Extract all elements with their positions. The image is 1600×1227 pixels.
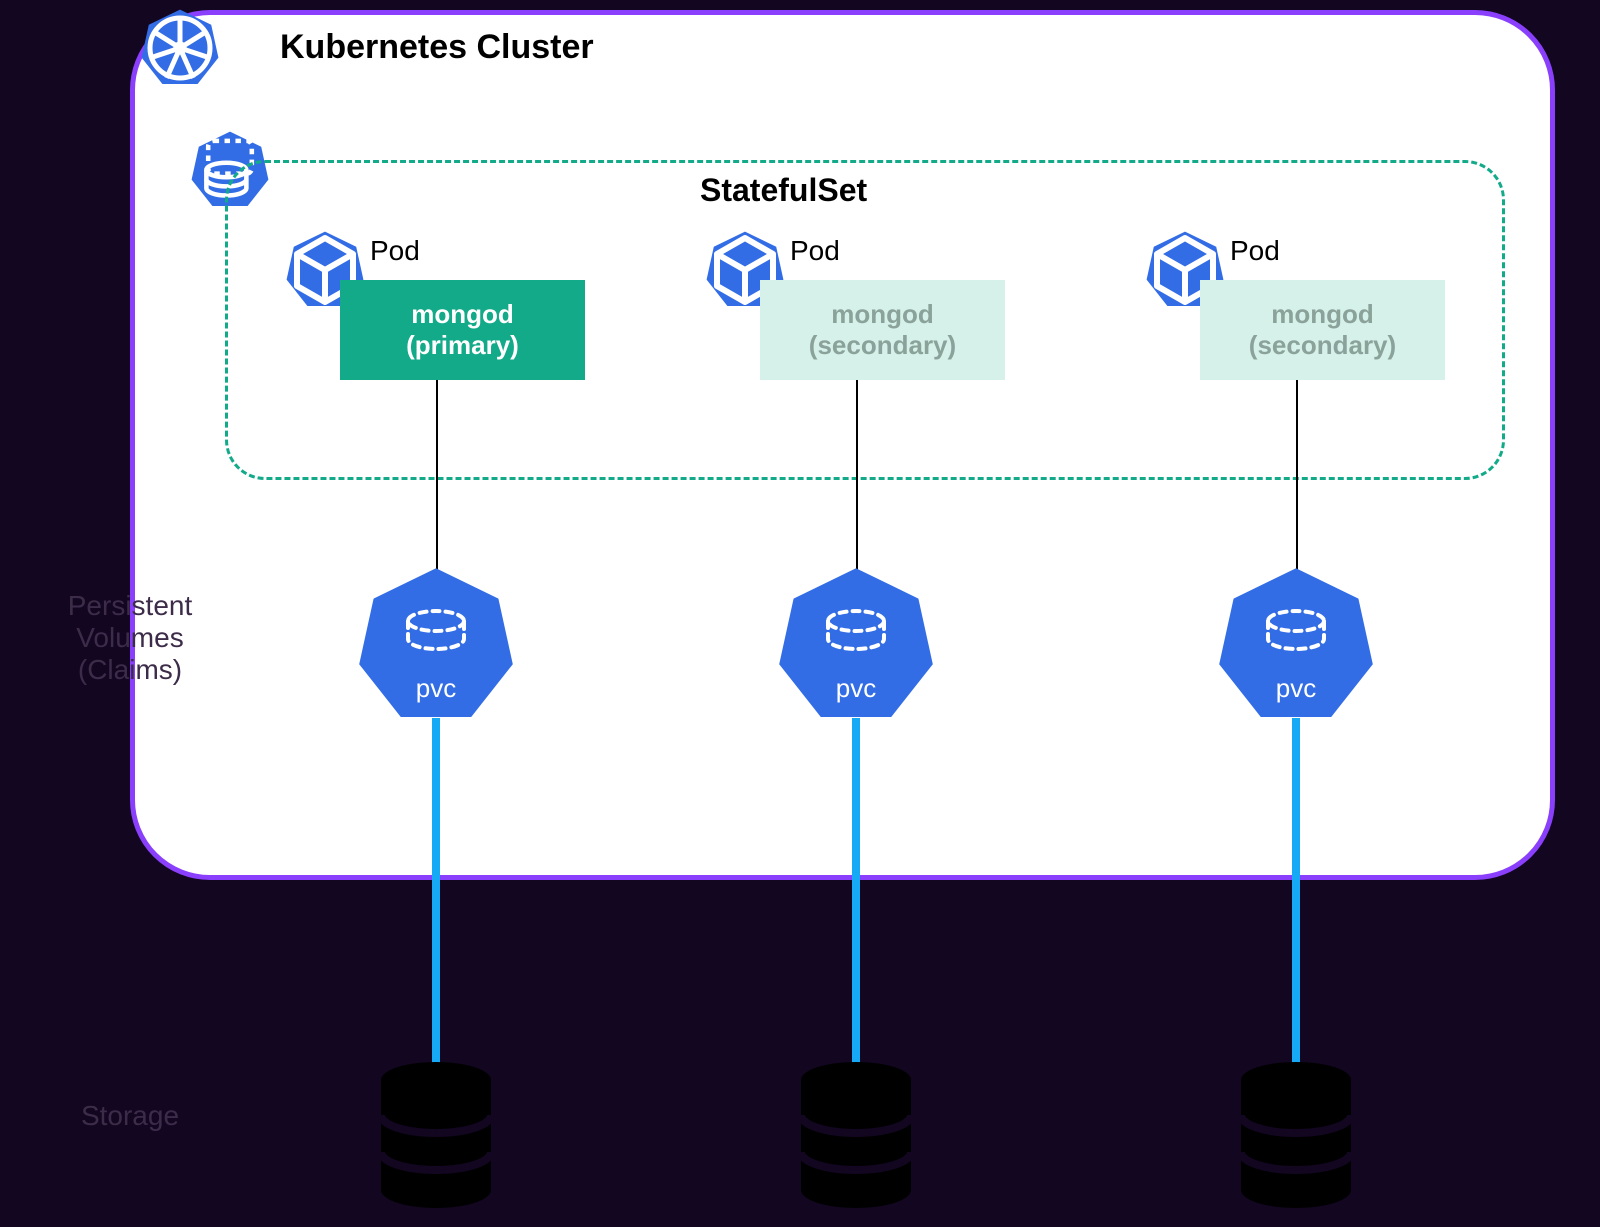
k8s-wheel-icon xyxy=(140,8,220,88)
storage-cylinder-icon xyxy=(796,1060,916,1215)
statefulset-title: StatefulSet xyxy=(700,172,867,209)
pod-2-label: Pod xyxy=(790,235,840,267)
pv-claims-label: Persistent Volumes (Claims) xyxy=(30,590,230,686)
pod-2-name: mongod xyxy=(831,299,934,330)
pod-1-label: Pod xyxy=(370,235,420,267)
connector-pvc3-storage xyxy=(1292,718,1300,1066)
diagram-canvas: Kubernetes Cluster xyxy=(0,0,1600,1227)
pod-1-box: mongod (primary) xyxy=(340,280,585,380)
pod-2-box: mongod (secondary) xyxy=(760,280,1005,380)
pvc-1-label: pvc xyxy=(356,673,516,704)
cluster-title: Kubernetes Cluster xyxy=(280,28,594,67)
pod-1-role: (primary) xyxy=(406,330,519,361)
storage-cylinder-icon xyxy=(376,1060,496,1215)
pvc-2-label: pvc xyxy=(776,673,936,704)
pod-3-name: mongod xyxy=(1271,299,1374,330)
connector-pod2-pvc xyxy=(856,380,858,580)
connector-pvc2-storage xyxy=(852,718,860,1066)
pod-1-name: mongod xyxy=(411,299,514,330)
pvc-2: pvc xyxy=(776,565,936,725)
pvc-3-label: pvc xyxy=(1216,673,1376,704)
storage-label: Storage xyxy=(60,1100,200,1132)
dashed-cylinder-icon xyxy=(821,609,891,659)
pvc-1: pvc xyxy=(356,565,516,725)
connector-pod1-pvc xyxy=(436,380,438,580)
pod-3-label: Pod xyxy=(1230,235,1280,267)
pod-3-role: (secondary) xyxy=(1249,330,1396,361)
dashed-cylinder-icon xyxy=(1261,609,1331,659)
connector-pvc1-storage xyxy=(432,718,440,1066)
pvc-3: pvc xyxy=(1216,565,1376,725)
pod-2-role: (secondary) xyxy=(809,330,956,361)
connector-pod3-pvc xyxy=(1296,380,1298,580)
pod-3-box: mongod (secondary) xyxy=(1200,280,1445,380)
dashed-cylinder-icon xyxy=(401,609,471,659)
storage-cylinder-icon xyxy=(1236,1060,1356,1215)
